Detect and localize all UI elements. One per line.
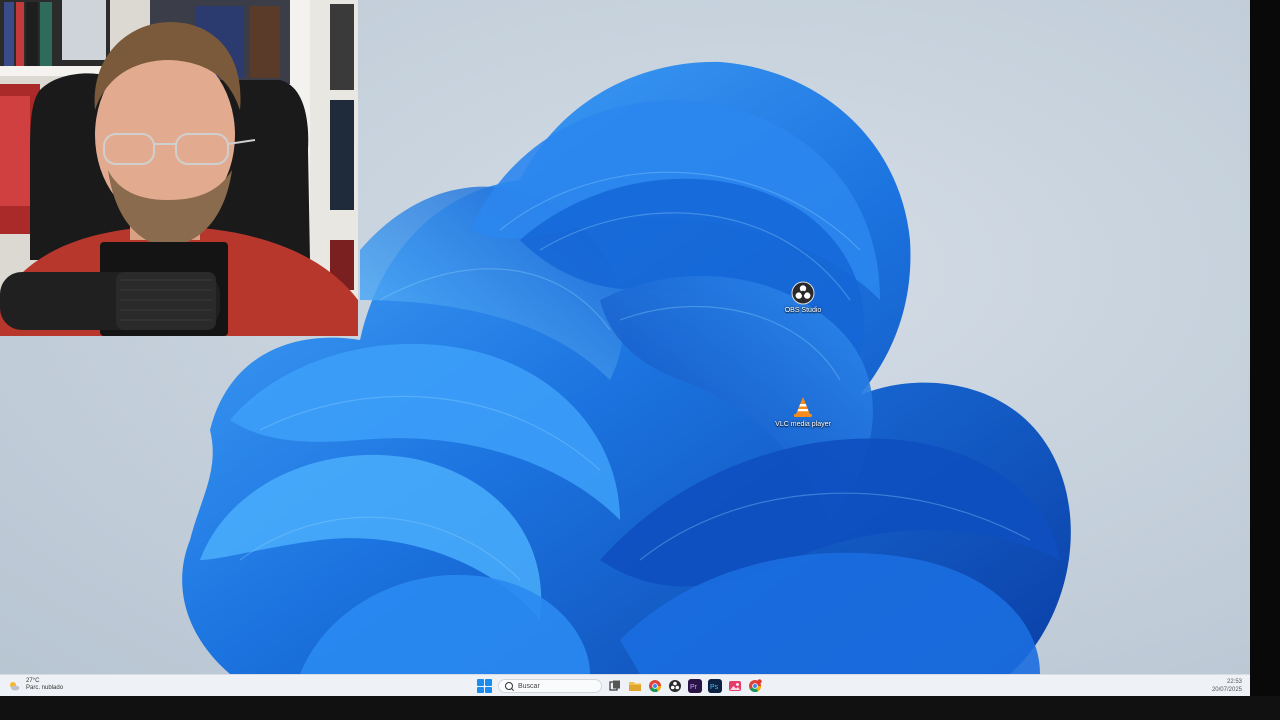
- obs-icon[interactable]: [668, 679, 682, 693]
- folder-icon[interactable]: [628, 679, 642, 693]
- partly-cloudy-icon: [8, 679, 20, 691]
- premiere-pro-icon[interactable]: Pr: [688, 679, 702, 693]
- task-view-icon[interactable]: [608, 679, 622, 693]
- webcam-image: [0, 0, 358, 336]
- vlc-icon: [791, 395, 815, 419]
- system-clock[interactable]: 22:53 20/07/2025: [1212, 678, 1242, 694]
- desktop-icon-obs[interactable]: OBS Studio: [771, 281, 835, 315]
- start-button[interactable]: [476, 678, 492, 694]
- weather-temp: 27°C: [26, 678, 40, 684]
- clock-time: 22:53: [1226, 679, 1242, 685]
- screen-border-right: [1250, 0, 1280, 696]
- search-box[interactable]: Buscar: [498, 679, 602, 693]
- chrome-icon[interactable]: [648, 679, 662, 693]
- photoshop-icon[interactable]: Ps: [708, 679, 722, 693]
- search-placeholder: Buscar: [518, 682, 540, 690]
- photos-icon[interactable]: [728, 679, 742, 693]
- desktop-icon-label: OBS Studio: [784, 307, 822, 314]
- photoshop-glyph: Ps: [710, 684, 719, 691]
- clock-date: 20/07/2025: [1211, 687, 1242, 693]
- premiere-pro-glyph: Pr: [690, 684, 698, 691]
- desktop-icon-label: VLC media player: [775, 421, 831, 428]
- weather-widget[interactable]: 27°C Parc. nublado: [8, 678, 63, 692]
- desktop[interactable]: OBS Studio VLC media player: [0, 0, 1250, 674]
- weather-condition: Parc. nublado: [26, 685, 64, 691]
- search-icon: [505, 682, 513, 690]
- chrome-profile-icon[interactable]: [748, 679, 762, 693]
- webcam-overlay: [0, 0, 358, 336]
- screen-border-bottom: [0, 696, 1280, 720]
- taskbar: 27°C Parc. nublado Buscar Pr Ps 22:53 20…: [0, 674, 1250, 697]
- obs-icon: [791, 281, 815, 305]
- desktop-icon-vlc[interactable]: VLC media player: [771, 395, 835, 429]
